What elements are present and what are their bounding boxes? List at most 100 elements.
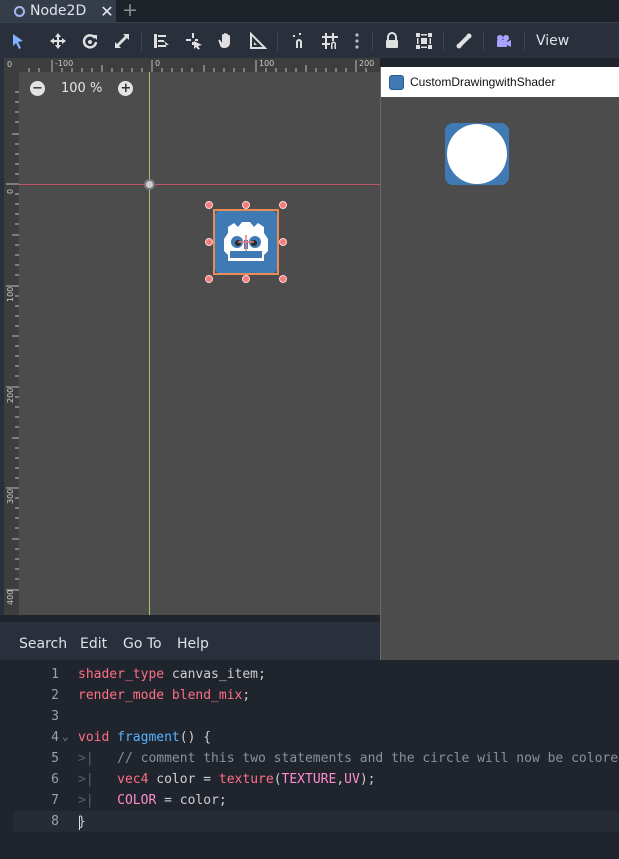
game-window[interactable]: CustomDrawingwithShader: [380, 67, 619, 697]
toolbar-separator: [483, 31, 484, 51]
code-token: vec4: [117, 772, 149, 787]
ruler-label: 0: [7, 60, 13, 69]
toolbar-separator: [443, 31, 444, 51]
code-line[interactable]: 1 shader_type canvas_item;: [13, 664, 619, 685]
resize-handle[interactable]: [205, 201, 213, 209]
code-token: );: [359, 772, 376, 787]
view-menu[interactable]: View: [536, 33, 569, 49]
menu-help[interactable]: Help: [177, 636, 209, 652]
code-token: canvas_item;: [164, 667, 266, 682]
lock-icon[interactable]: [381, 30, 403, 52]
toolbar-separator: [372, 31, 373, 51]
code-line[interactable]: 4 ⌄ void fragment() {: [13, 727, 619, 748]
code-token: = color;: [156, 793, 227, 808]
code-token: texture: [218, 772, 274, 787]
scale-icon[interactable]: [111, 30, 133, 52]
ruler-icon[interactable]: [247, 30, 269, 52]
add-tab-icon[interactable]: +: [122, 0, 138, 21]
code-line[interactable]: 7 >| COLOR = color;: [13, 790, 619, 811]
code-editor[interactable]: 1 shader_type canvas_item; 2 render_mode bl…: [13, 660, 619, 840]
ruler-label: 100: [259, 59, 275, 68]
toolbar-separator: [277, 31, 278, 51]
code-token: COLOR: [117, 793, 157, 808]
resize-handle[interactable]: [279, 201, 287, 209]
editor-bottom-area: [0, 840, 619, 859]
code-line[interactable]: 6 >| vec4 color = texture(TEXTURE,UV);: [13, 769, 619, 790]
line-number: 7: [51, 793, 59, 808]
line-number: 3: [51, 709, 59, 724]
skeleton-icon[interactable]: [453, 30, 475, 52]
y-axis-line: [149, 72, 150, 615]
tab-node2d[interactable]: Node2D ✕: [0, 0, 116, 22]
menu-search[interactable]: Search: [19, 636, 67, 652]
text-caret: [78, 816, 80, 830]
canvas-toolbar: View: [0, 22, 619, 58]
grid-snap-icon[interactable]: [319, 30, 341, 52]
close-tab-icon[interactable]: ✕: [100, 2, 113, 21]
resize-handle[interactable]: [242, 275, 250, 283]
tab-indicator-icon: >|: [78, 772, 94, 787]
code-token: ,: [336, 772, 345, 787]
code-token: UV: [344, 772, 360, 787]
code-token: shader_type: [78, 667, 165, 682]
code-text: shader_type canvas_item;: [78, 667, 266, 682]
game-window-titlebar[interactable]: CustomDrawingwithShader: [381, 67, 619, 97]
resize-handle[interactable]: [205, 275, 213, 283]
code-line[interactable]: 8}: [13, 811, 619, 832]
code-line[interactable]: 5 >| // comment this two statements and t…: [13, 748, 619, 769]
select-icon[interactable]: [7, 30, 29, 52]
horizontal-ruler: -100 0 100 200: [4, 58, 380, 72]
list-select-icon[interactable]: [150, 30, 172, 52]
code-token: blend_mix: [171, 688, 243, 703]
tab-label: Node2D: [30, 3, 87, 19]
code-token: ;: [242, 688, 251, 703]
zoom-reset-button[interactable]: 100 %: [61, 81, 102, 96]
menu-go-to[interactable]: Go To: [123, 636, 162, 652]
white-circle: [447, 124, 507, 184]
ruler-label: 100: [6, 286, 15, 302]
more-options-icon[interactable]: [346, 30, 368, 52]
fold-arrow-icon[interactable]: ⌄: [62, 730, 69, 743]
tab-indicator-icon: >|: [78, 793, 94, 808]
resize-handle[interactable]: [279, 275, 287, 283]
zoom-out-button[interactable]: −: [30, 81, 45, 96]
canvas-viewport[interactable]: [0, 58, 380, 615]
code-token: color =: [148, 772, 219, 787]
resize-handle[interactable]: [279, 238, 287, 246]
code-text: >| COLOR = color;: [78, 793, 227, 808]
origin-marker: [144, 179, 155, 190]
selection-rect: [213, 209, 279, 275]
line-number: 2: [51, 688, 59, 703]
zoom-in-button[interactable]: +: [118, 81, 134, 96]
code-line[interactable]: 2 render_mode blend_mix;: [13, 685, 619, 706]
toolbar-separator: [141, 31, 142, 51]
pivot-icon[interactable]: [183, 30, 205, 52]
code-text: render_mode blend_mix;: [78, 688, 250, 703]
code-text: void fragment() {: [78, 730, 211, 745]
resize-handle[interactable]: [242, 201, 250, 209]
code-token: void: [78, 730, 110, 745]
x-axis-line: [19, 184, 380, 185]
move-icon[interactable]: [47, 30, 69, 52]
pan-icon[interactable]: [215, 30, 237, 52]
script-menu-bar: Search Edit Go To Help: [0, 622, 380, 660]
rotate-icon[interactable]: [79, 30, 101, 52]
menu-edit[interactable]: Edit: [80, 636, 107, 652]
line-number: 4: [51, 730, 59, 745]
camera-icon[interactable]: [492, 30, 514, 52]
line-number: 8: [51, 814, 59, 829]
tab-indicator-icon: >|: [78, 751, 94, 766]
ruler-label: 0: [6, 188, 15, 194]
group-icon[interactable]: [413, 30, 435, 52]
code-line[interactable]: 3: [13, 706, 619, 727]
game-window-title: CustomDrawingwithShader: [410, 75, 556, 89]
ruler-label: -100: [55, 59, 74, 68]
resize-handle[interactable]: [205, 238, 213, 246]
code-token: (: [273, 772, 282, 787]
ruler-label: 400: [6, 589, 15, 605]
smart-snap-icon[interactable]: [288, 30, 310, 52]
